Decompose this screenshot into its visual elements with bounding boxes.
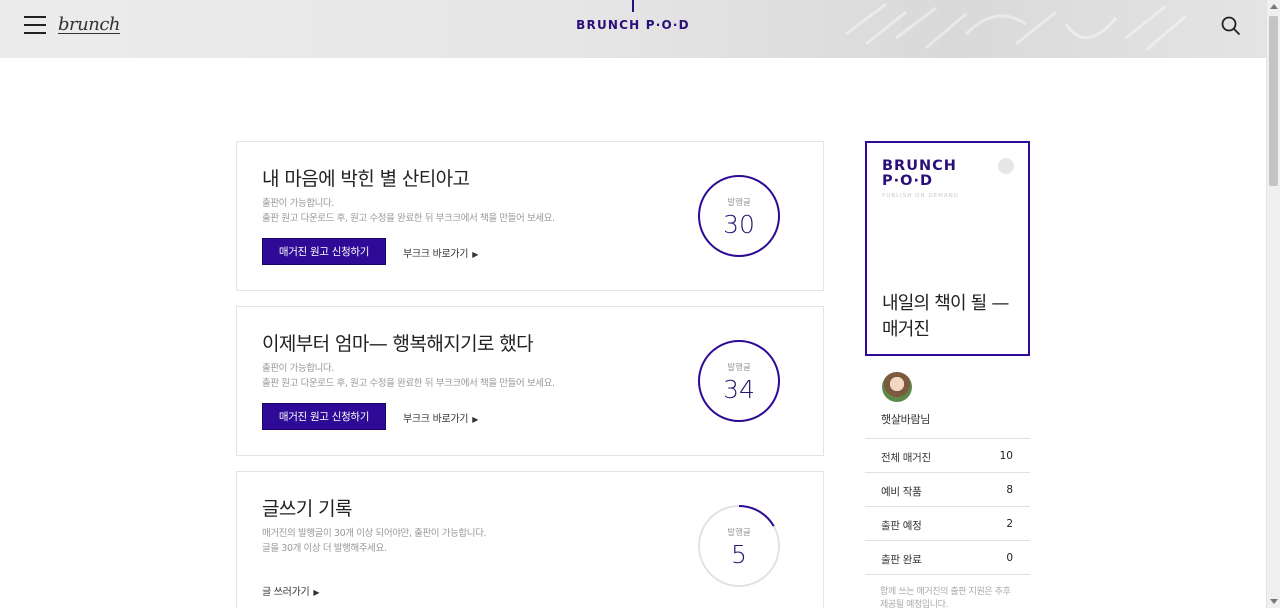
support-note: 함께 쓰는 매거진의 출판 지원은 추후 제공될 예정입니다. bbox=[880, 587, 1011, 608]
stat-row-published[interactable]: 출판 완료 0 bbox=[865, 540, 1030, 574]
apply-manuscript-button[interactable]: 매거진 원고 신청하기 bbox=[262, 238, 386, 265]
chevron-right-icon: ▶ bbox=[472, 250, 479, 259]
post-count-circle: 발행글 5 bbox=[697, 504, 781, 588]
magazine-description: 출판이 가능합니다. 출판 원고 다운로드 후, 원고 수정을 완료한 뒤 부크… bbox=[262, 363, 555, 389]
bookk-link[interactable]: 부크크 바로가기 ▶ bbox=[403, 245, 478, 260]
pen-icon bbox=[998, 158, 1014, 174]
post-count-circle: 발행글 34 bbox=[697, 339, 781, 423]
pod-headline: 내일의 책이 될 — 매거진 bbox=[882, 293, 1009, 340]
magazine-title: 내 마음에 박힌 별 산티아고 bbox=[262, 168, 470, 190]
pod-brand: BRUNCH P·O·D bbox=[882, 158, 957, 189]
stat-row-all-magazines[interactable]: 전체 매거진 10 bbox=[865, 438, 1030, 472]
magazine-card: 이제부터 엄마— 행복해지기로 했다 출판이 가능합니다. 출판 원고 다운로드… bbox=[236, 306, 824, 456]
stat-row-draft-works[interactable]: 예비 작품 8 bbox=[865, 472, 1030, 506]
post-count-label: 발행글 bbox=[727, 528, 751, 538]
chevron-right-icon: ▶ bbox=[313, 588, 320, 597]
post-count-label: 발행글 bbox=[727, 198, 751, 208]
magazine-card: 내 마음에 박힌 별 산티아고 출판이 가능합니다. 출판 원고 다운로드 후,… bbox=[236, 141, 824, 291]
scroll-down-icon[interactable] bbox=[1270, 599, 1278, 604]
title-accent-line bbox=[632, 0, 634, 12]
bookk-link[interactable]: 부크크 바로가기 ▶ bbox=[403, 410, 478, 425]
top-header: brunch BRUNCH P·O·D bbox=[0, 0, 1266, 58]
apply-manuscript-button[interactable]: 매거진 원고 신청하기 bbox=[262, 403, 386, 430]
search-icon[interactable] bbox=[1220, 15, 1242, 37]
magazine-card: 글쓰기 기록 매거진의 발행글이 30개 이상 되어야만, 출판이 가능합니다.… bbox=[236, 471, 824, 608]
scrollbar[interactable] bbox=[1266, 0, 1280, 608]
magazine-description: 출판이 가능합니다. 출판 원고 다운로드 후, 원고 수정을 완료한 뒤 부크… bbox=[262, 198, 555, 224]
username: 햇살바람님 bbox=[881, 413, 931, 426]
post-count-value: 5 bbox=[731, 540, 747, 569]
chevron-right-icon: ▶ bbox=[472, 415, 479, 424]
post-count-value: 34 bbox=[723, 375, 755, 404]
stat-row-scheduled[interactable]: 출판 예정 2 bbox=[865, 506, 1030, 540]
page-title: BRUNCH P·O·D bbox=[576, 18, 690, 32]
write-post-link[interactable]: 글 쓰러가기 ▶ bbox=[262, 583, 320, 598]
magazine-stats: 전체 매거진 10 예비 작품 8 출판 예정 2 출판 완료 0 bbox=[865, 438, 1030, 575]
magazine-title: 이제부터 엄마— 행복해지기로 했다 bbox=[262, 333, 534, 355]
scrollbar-thumb[interactable] bbox=[1269, 16, 1278, 186]
magazine-description: 매거진의 발행글이 30개 이상 되어야만, 출판이 가능합니다. 글을 30개… bbox=[262, 528, 487, 554]
post-count-value: 30 bbox=[723, 210, 755, 239]
pod-promo-box[interactable]: BRUNCH P·O·D PUBLISH ON DEMAND 내일의 책이 될 … bbox=[865, 141, 1030, 356]
post-count-label: 발행글 bbox=[727, 363, 751, 373]
post-count-circle: 발행글 30 bbox=[697, 174, 781, 258]
divider bbox=[865, 574, 1030, 575]
scroll-up-icon[interactable] bbox=[1270, 4, 1278, 9]
magazine-title: 글쓰기 기록 bbox=[262, 498, 352, 520]
avatar[interactable] bbox=[882, 372, 912, 402]
pod-brand-subtitle: PUBLISH ON DEMAND bbox=[882, 193, 959, 199]
